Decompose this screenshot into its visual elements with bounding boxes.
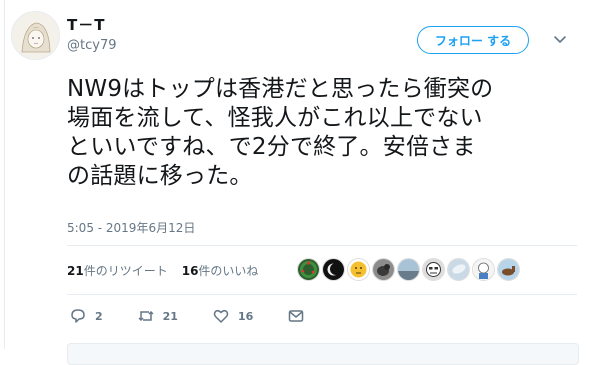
liker-avatar[interactable] bbox=[422, 258, 445, 281]
chevron-down-icon[interactable] bbox=[552, 31, 568, 47]
tweet-actions: 2 21 16 bbox=[69, 307, 347, 325]
reply-button[interactable]: 2 bbox=[69, 307, 103, 325]
retweet-stat-label: 件のリツイート bbox=[83, 264, 168, 278]
like-stat[interactable]: 16件のいいね bbox=[182, 262, 259, 279]
liker-avatar[interactable] bbox=[372, 258, 395, 281]
divider-bottom bbox=[67, 294, 577, 295]
like-count: 16 bbox=[237, 309, 254, 323]
liker-avatar[interactable] bbox=[447, 258, 470, 281]
heart-icon bbox=[213, 309, 229, 323]
retweet-button[interactable]: 21 bbox=[137, 307, 178, 325]
liker-avatar[interactable] bbox=[497, 258, 520, 281]
retweet-stat[interactable]: 21件のリツイート bbox=[67, 262, 168, 279]
tweet-text: NW9はトップは香港だと思ったら衝突の 場面を流して、怪我人がこれ以上でない と… bbox=[67, 76, 494, 189]
direct-message-button[interactable] bbox=[287, 307, 313, 325]
retweet-stat-count: 21 bbox=[67, 264, 84, 278]
retweet-icon bbox=[138, 310, 154, 322]
avatar-image bbox=[12, 12, 59, 59]
tweet-stats: 21件のリツイート 16件のいいね bbox=[67, 262, 258, 279]
liker-avatar[interactable] bbox=[472, 258, 495, 281]
retweet-count: 21 bbox=[162, 309, 178, 323]
liker-avatar[interactable] bbox=[322, 258, 345, 281]
liker-avatars bbox=[297, 258, 520, 281]
display-name[interactable]: T－T bbox=[67, 14, 105, 35]
divider-top bbox=[67, 245, 577, 246]
follow-button[interactable]: フォロー する bbox=[417, 26, 529, 54]
tweet-timestamp[interactable]: 5:05 - 2019年6月12日 bbox=[67, 219, 195, 236]
reply-icon bbox=[71, 309, 85, 323]
envelope-icon bbox=[289, 310, 304, 322]
liker-avatar[interactable] bbox=[347, 258, 370, 281]
avatar[interactable] bbox=[11, 11, 60, 60]
left-border bbox=[4, 0, 5, 349]
reply-composer[interactable] bbox=[67, 343, 579, 365]
liker-avatar[interactable] bbox=[297, 258, 320, 281]
liker-avatar[interactable] bbox=[397, 258, 420, 281]
reply-count: 2 bbox=[95, 309, 103, 323]
user-handle[interactable]: @tcy79 bbox=[67, 38, 116, 53]
like-stat-count: 16 bbox=[181, 264, 199, 278]
like-button[interactable]: 16 bbox=[212, 307, 253, 325]
like-stat-label: 件のいいね bbox=[198, 264, 259, 278]
